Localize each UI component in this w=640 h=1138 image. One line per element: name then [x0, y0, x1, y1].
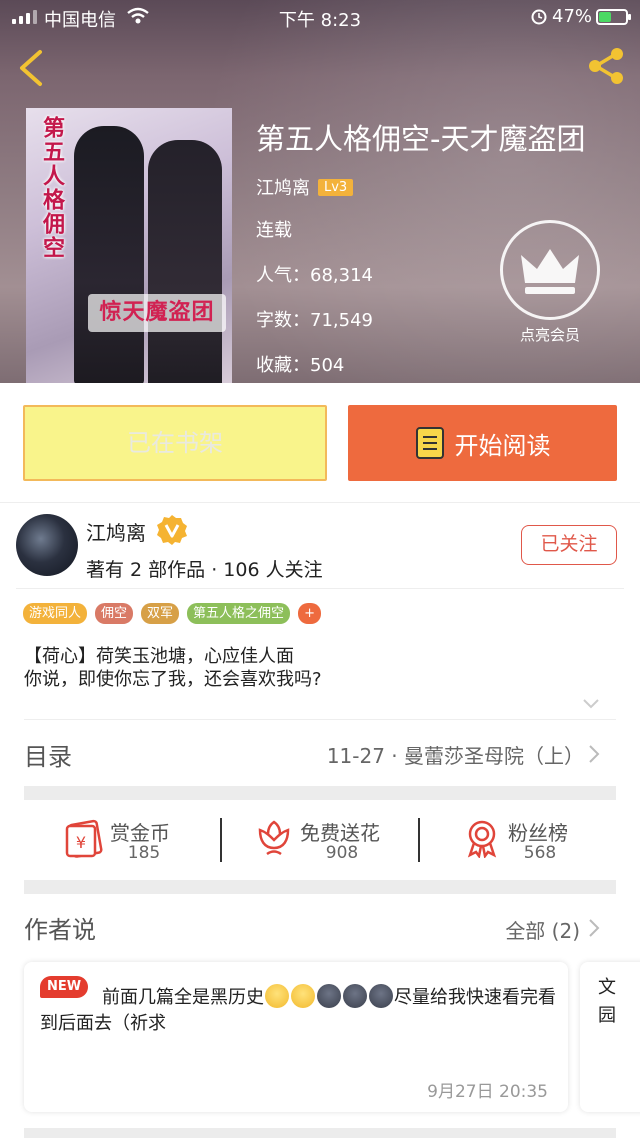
crown-icon: [521, 249, 579, 294]
tag-identity-v-yongkong[interactable]: 第五人格之佣空: [187, 603, 291, 624]
cover-banner: 惊天魔盗团: [88, 294, 226, 332]
chevron-right-icon[interactable]: [588, 918, 600, 938]
stats-bar: ¥ 赏金币 185 免费送花 908 粉丝榜 568: [24, 800, 616, 880]
battery-icon: [596, 9, 631, 25]
word-count-value: 71,549: [310, 310, 373, 331]
cover-vertical-title: 第五人格佣空: [39, 116, 64, 260]
author-stats: 著有 2 部作品 · 106 人关注: [86, 559, 323, 581]
back-button[interactable]: [14, 48, 48, 88]
following-button[interactable]: 已关注: [521, 525, 617, 565]
fan-ranking-label: 粉丝榜: [508, 821, 568, 845]
book-icon: [415, 427, 444, 459]
reward-coins-button[interactable]: ¥ 赏金币 185: [64, 800, 214, 880]
author-avatar[interactable]: [16, 514, 78, 576]
author-says-label: 作者说: [24, 916, 96, 944]
smiley-emoji-icon: [291, 984, 315, 1008]
dark-moon-emoji-icon: [343, 984, 367, 1008]
divider: [0, 502, 640, 503]
author-note-card[interactable]: 文园: [580, 962, 640, 1112]
chevron-right-icon[interactable]: [588, 744, 600, 764]
favorites-row: 收藏：504: [256, 351, 344, 377]
divider: [16, 588, 624, 589]
word-count-row: 字数：71,549: [256, 306, 373, 332]
book-status: 连载: [256, 220, 292, 241]
red-envelope-icon: ¥: [65, 819, 103, 858]
vip-crown-button[interactable]: [500, 220, 600, 320]
free-flowers-value: 908: [325, 843, 359, 863]
description-line: 你说，即使你忘了我，还会喜欢我吗?: [24, 669, 322, 690]
vip-label: 点亮会员: [519, 326, 580, 344]
cover-figure-right: [148, 140, 222, 383]
section-separator: [24, 786, 616, 800]
note-text-part: 前面几篇全是黑历史: [102, 987, 264, 1008]
table-of-contents-label[interactable]: 目录: [24, 737, 72, 772]
svg-text:¥: ¥: [76, 833, 86, 852]
word-count-label: 字数：: [256, 310, 310, 331]
divider: [24, 719, 616, 720]
section-separator: [24, 880, 616, 894]
add-tag-button[interactable]: +: [298, 603, 321, 624]
author-note-text: 前面几篇全是黑历史 尽量给我快速看完看到后面去（祈求: [40, 984, 560, 1037]
popularity-row: 人气：68,314: [256, 261, 373, 287]
favorites-value: 504: [310, 355, 345, 376]
smiley-emoji-icon: [265, 984, 289, 1008]
section-separator: [24, 1128, 616, 1138]
share-icon[interactable]: [584, 44, 628, 88]
author-level-badge: Lv3: [318, 178, 354, 196]
start-reading-label: 开始阅读: [454, 431, 551, 460]
author-note-card[interactable]: NEW 前面几篇全是黑历史 尽量给我快速看完看到后面去（祈求 9月27日 20:3…: [24, 962, 568, 1112]
flower-icon: [258, 820, 290, 856]
favorites-label: 收藏：: [256, 355, 310, 376]
popularity-value: 68,314: [310, 265, 373, 286]
tag-game-fanfic[interactable]: 游戏同人: [23, 603, 88, 624]
in-bookshelf-button[interactable]: 已在书架: [23, 405, 327, 481]
book-title: 第五人格佣空-天才魔盗团: [256, 122, 586, 156]
tag-shuangjun[interactable]: 双军: [141, 603, 180, 624]
author-note-text: 文园: [598, 977, 616, 1026]
alarm-icon: [531, 9, 547, 25]
latest-chapter[interactable]: 11-27 · 曼蕾莎圣母院（上）: [327, 740, 584, 769]
start-reading-button[interactable]: 开始阅读: [348, 405, 617, 481]
divider: [418, 818, 420, 862]
fan-ranking-value: 568: [523, 843, 557, 863]
book-description[interactable]: 【荷心】荷笑玉池塘，心应佳人面 你说，即使你忘了我，还会喜欢我吗?: [24, 645, 322, 691]
reward-coins-value: 185: [127, 843, 161, 863]
dark-moon-emoji-icon: [317, 984, 341, 1008]
book-author[interactable]: 江鸠离: [256, 174, 310, 200]
battery-percent: 47%: [552, 6, 593, 27]
free-flowers-label: 免费送花: [300, 821, 380, 845]
author-name[interactable]: 江鸠离: [86, 517, 146, 546]
status-bar: 中国电信 下午 8:23 47%: [0, 0, 640, 34]
reward-coins-label: 赏金币: [110, 821, 170, 845]
fan-ranking-button[interactable]: 粉丝榜 568: [462, 800, 612, 880]
free-flowers-button[interactable]: 免费送花 908: [254, 800, 424, 880]
tag-list: 游戏同人 佣空 双军 第五人格之佣空 +: [23, 603, 321, 624]
medal-icon: [467, 820, 497, 858]
book-cover[interactable]: 第五人格佣空 惊天魔盗团: [26, 108, 232, 383]
book-author-row[interactable]: 江鸠离 Lv3: [256, 174, 354, 200]
cover-figure-left: [74, 126, 144, 383]
divider: [220, 818, 222, 862]
note-timestamp: 9月27日 20:35: [427, 1082, 548, 1102]
view-all-link[interactable]: 全部 (2): [505, 915, 580, 944]
verified-v-icon: [157, 515, 187, 545]
expand-chevron-icon[interactable]: [582, 698, 600, 710]
dark-moon-emoji-icon: [369, 984, 393, 1008]
description-line: 【荷心】荷笑玉池塘，心应佳人面: [24, 646, 294, 667]
popularity-label: 人气：: [256, 265, 310, 286]
tag-yongkong[interactable]: 佣空: [95, 603, 134, 624]
